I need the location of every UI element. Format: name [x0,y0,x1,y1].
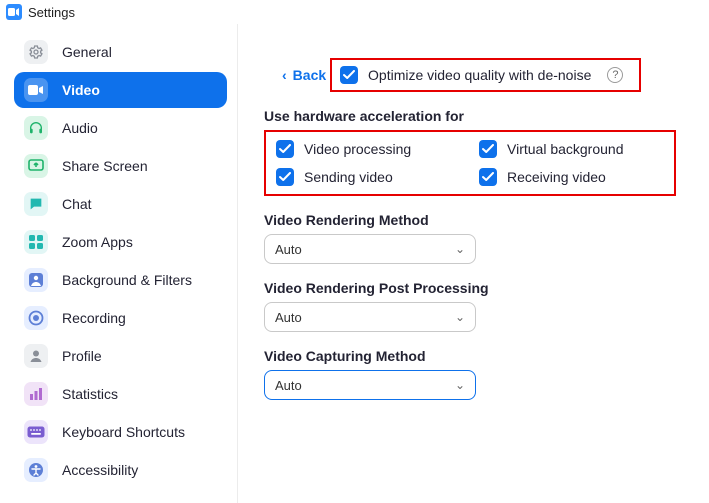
select-render-method[interactable]: Auto ⌄ [264,234,476,264]
record-icon [24,306,48,330]
headphones-icon [24,116,48,140]
chevron-down-icon: ⌄ [455,378,465,392]
sidebar-item-label: Keyboard Shortcuts [62,424,185,440]
chat-icon [24,192,48,216]
optimize-label: Optimize video quality with de-noise [368,67,591,83]
sidebar-item-chat[interactable]: Chat [14,186,227,222]
label-virtual-background: Virtual background [507,141,623,157]
select-value: Auto [275,310,302,325]
sidebar-item-label: Audio [62,120,98,136]
keyboard-icon [24,420,48,444]
sidebar-item-keyboard-shortcuts[interactable]: Keyboard Shortcuts [14,414,227,450]
titlebar: Settings [0,0,709,24]
label-video-processing: Video processing [304,141,411,157]
window-title: Settings [28,5,75,20]
app-icon [6,4,22,20]
apps-icon [24,230,48,254]
checkbox-sending-video[interactable] [276,168,294,186]
chevron-down-icon: ⌄ [455,310,465,324]
select-value: Auto [275,242,302,257]
sidebar-item-label: General [62,44,112,60]
sidebar-item-label: Chat [62,196,92,212]
chevron-left-icon: ‹ [282,67,287,83]
optimize-highlight: Optimize video quality with de-noise ? [330,58,641,92]
sidebar-item-share-screen[interactable]: Share Screen [14,148,227,184]
profile-icon [24,344,48,368]
sidebar-item-label: Zoom Apps [62,234,133,250]
sidebar-item-video[interactable]: Video [14,72,227,108]
sidebar-item-profile[interactable]: Profile [14,338,227,374]
sidebar-item-label: Profile [62,348,102,364]
sidebar-item-zoom-apps[interactable]: Zoom Apps [14,224,227,260]
sidebar-item-label: Background & Filters [62,272,192,288]
video-icon [24,78,48,102]
capture-heading: Video Capturing Method [264,348,689,364]
label-receiving-video: Receiving video [507,169,606,185]
render-post-heading: Video Rendering Post Processing [264,280,689,296]
gear-icon [24,40,48,64]
sidebar-item-label: Share Screen [62,158,148,174]
share-screen-icon [24,154,48,178]
chart-icon [24,382,48,406]
sidebar: General Video Audio Share Screen Chat [0,24,238,503]
chevron-down-icon: ⌄ [455,242,465,256]
select-capturing-method[interactable]: Auto ⌄ [264,370,476,400]
sidebar-item-label: Accessibility [62,462,138,478]
checkbox-optimize[interactable] [340,66,358,84]
checkbox-video-processing[interactable] [276,140,294,158]
sidebar-item-statistics[interactable]: Statistics [14,376,227,412]
sidebar-item-accessibility[interactable]: Accessibility [14,452,227,488]
content: ‹ Back Optimize video quality with de-no… [238,24,709,503]
checkbox-receiving-video[interactable] [479,168,497,186]
sidebar-item-background-filters[interactable]: Background & Filters [14,262,227,298]
back-label: Back [293,67,326,83]
checkbox-virtual-background[interactable] [479,140,497,158]
info-icon[interactable]: ? [607,67,623,83]
select-render-post[interactable]: Auto ⌄ [264,302,476,332]
sidebar-item-label: Recording [62,310,126,326]
back-link[interactable]: ‹ Back [282,67,326,83]
background-icon [24,268,48,292]
hw-accel-highlight: Video processing Virtual background Send… [264,130,676,196]
accessibility-icon [24,458,48,482]
sidebar-item-label: Statistics [62,386,118,402]
label-sending-video: Sending video [304,169,393,185]
hw-accel-heading: Use hardware acceleration for [264,108,689,124]
sidebar-item-general[interactable]: General [14,34,227,70]
sidebar-item-recording[interactable]: Recording [14,300,227,336]
select-value: Auto [275,378,302,393]
sidebar-item-label: Video [62,82,100,98]
render-method-heading: Video Rendering Method [264,212,689,228]
sidebar-item-audio[interactable]: Audio [14,110,227,146]
